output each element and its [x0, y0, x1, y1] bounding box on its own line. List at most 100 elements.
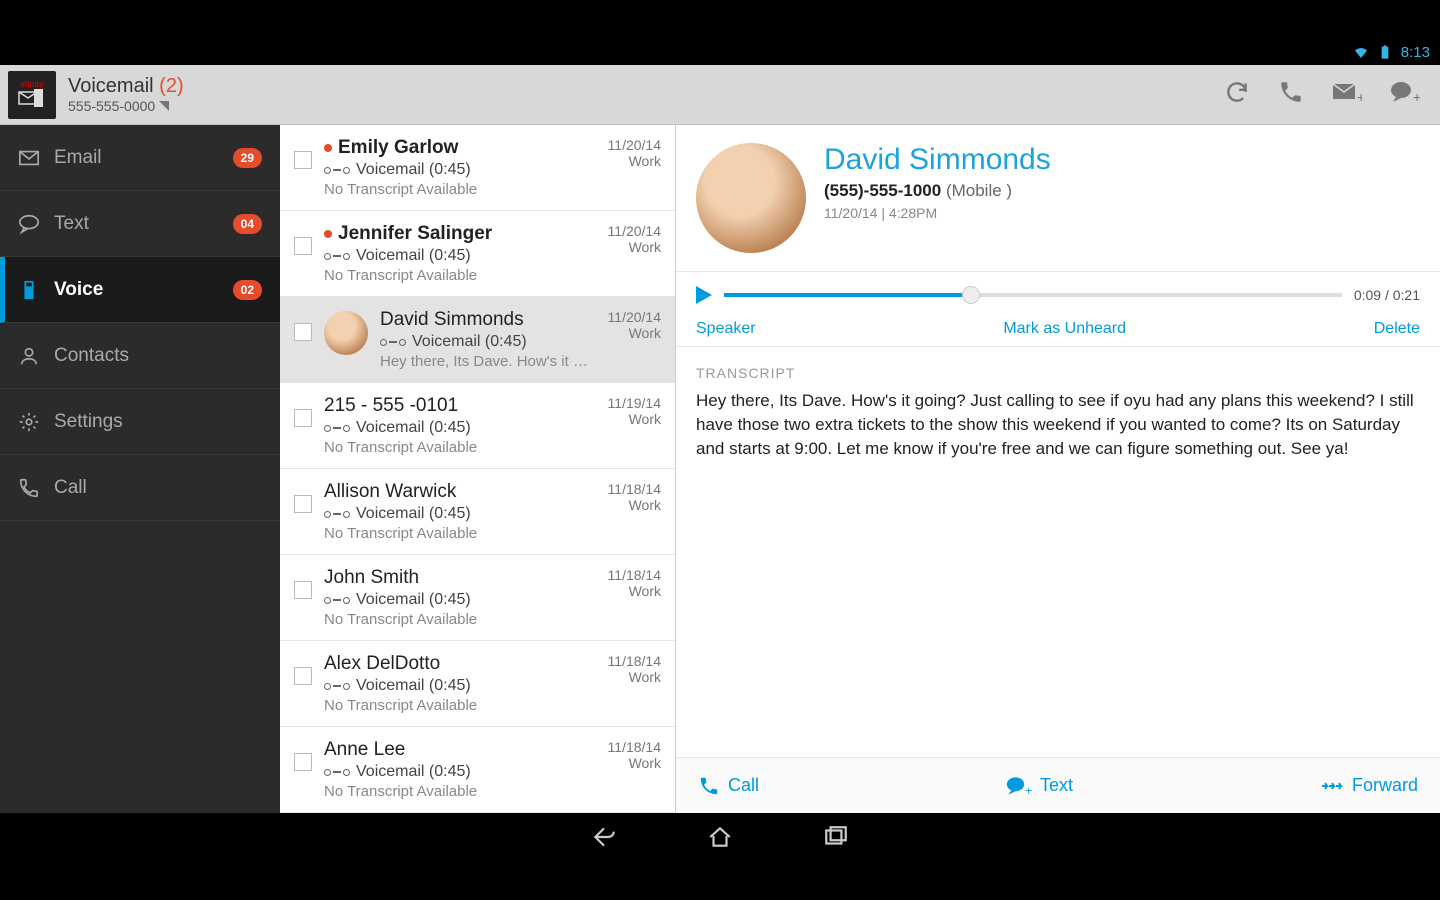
appbar: xfinity Voicemail (2) 555-555-0000 + + — [0, 65, 1440, 125]
transcript-heading: TRANSCRIPT — [696, 365, 1420, 381]
mail-icon — [18, 147, 40, 169]
phone-device-icon — [18, 279, 40, 301]
refresh-icon[interactable] — [1224, 79, 1250, 110]
vm-name: 215 - 555 -0101 — [324, 395, 458, 417]
svg-text:+: + — [1413, 89, 1420, 105]
vm-date: 11/18/14 — [608, 653, 661, 669]
vm-preview: No Transcript Available — [324, 697, 596, 714]
play-time: 0:09 / 0:21 — [1354, 287, 1420, 303]
audio-player: 0:09 / 0:21 Speaker Mark as Unheard Dele… — [676, 272, 1440, 347]
vm-name: Alex DelDotto — [324, 653, 440, 675]
vm-name: Emily Garlow — [338, 137, 458, 159]
vm-duration: Voicemail (0:45) — [356, 161, 471, 179]
voicemail-icon — [324, 425, 350, 432]
voicemail-icon — [324, 253, 350, 260]
sidebar: Email 29 Text 04 Voice 02 Contacts — [0, 125, 280, 813]
voicemail-icon — [324, 769, 350, 776]
voicemail-item[interactable]: Jennifer SalingerVoicemail (0:45)No Tran… — [280, 211, 675, 297]
contact-avatar — [696, 143, 806, 253]
appbar-phone[interactable]: 555-555-0000 — [68, 98, 1224, 114]
compose-mail-icon[interactable]: + — [1332, 79, 1362, 110]
contact-phone: (555)-555-1000 (Mobile ) — [824, 181, 1051, 201]
voicemail-item[interactable]: Emily GarlowVoicemail (0:45)No Transcrip… — [280, 125, 675, 211]
vm-tag: Work — [608, 755, 661, 771]
checkbox[interactable] — [294, 237, 312, 255]
gear-icon — [18, 411, 40, 433]
sidebar-item-label: Contacts — [54, 345, 129, 367]
vm-duration: Voicemail (0:45) — [356, 247, 471, 265]
voicemail-icon — [380, 339, 406, 346]
sidebar-item-email[interactable]: Email 29 — [0, 125, 280, 191]
vm-duration: Voicemail (0:45) — [356, 505, 471, 523]
vm-preview: Hey there, Its Dave. How's it going... — [380, 353, 596, 370]
sidebar-item-call[interactable]: Call — [0, 455, 280, 521]
vm-date: 11/18/14 — [608, 481, 661, 497]
phone-icon[interactable] — [1278, 79, 1304, 110]
compose-text-icon[interactable]: + — [1390, 79, 1420, 110]
voicemail-item[interactable]: John SmithVoicemail (0:45)No Transcript … — [280, 555, 675, 641]
forward-button[interactable]: Forward — [1320, 775, 1418, 796]
checkbox[interactable] — [294, 753, 312, 771]
unread-dot — [324, 144, 332, 152]
seek-track[interactable] — [724, 293, 1342, 297]
call-button[interactable]: Call — [698, 775, 759, 797]
sidebar-item-label: Text — [54, 213, 89, 235]
speaker-button[interactable]: Speaker — [696, 320, 756, 338]
play-button[interactable] — [696, 286, 712, 304]
vm-name: Allison Warwick — [324, 481, 456, 503]
svg-text:+: + — [1025, 783, 1032, 796]
checkbox[interactable] — [294, 151, 312, 169]
voicemail-icon — [324, 597, 350, 604]
vm-tag: Work — [608, 325, 661, 341]
sidebar-item-label: Call — [54, 477, 87, 499]
vm-duration: Voicemail (0:45) — [356, 677, 471, 695]
voicemail-detail: David Simmonds (555)-555-1000 (Mobile ) … — [676, 125, 1440, 813]
recents-icon[interactable] — [823, 824, 849, 850]
voicemail-icon — [324, 167, 350, 174]
vm-name: John Smith — [324, 567, 419, 589]
sidebar-item-label: Settings — [54, 411, 123, 433]
delete-button[interactable]: Delete — [1374, 320, 1420, 338]
voicemail-item[interactable]: Anne LeeVoicemail (0:45)No Transcript Av… — [280, 727, 675, 813]
checkbox[interactable] — [294, 667, 312, 685]
checkbox[interactable] — [294, 581, 312, 599]
vm-preview: No Transcript Available — [324, 439, 596, 456]
android-statusbar: 8:13 — [0, 39, 1440, 65]
home-icon[interactable] — [707, 824, 733, 850]
mark-unheard-button[interactable]: Mark as Unheard — [1003, 320, 1126, 338]
vm-date: 11/20/14 — [608, 137, 661, 153]
voicemail-item[interactable]: 215 - 555 -0101 Voicemail (0:45) No Transc… — [280, 383, 675, 469]
vm-tag: Work — [608, 239, 661, 255]
voicemail-item[interactable]: Alex DelDotto Voicemail (0:45) No Transcri… — [280, 641, 675, 727]
voicemail-item[interactable]: David SimmondsVoicemail (0:45)Hey there,… — [280, 297, 675, 383]
sidebar-item-voice[interactable]: Voice 02 — [0, 257, 280, 323]
vm-duration: Voicemail (0:45) — [356, 591, 471, 609]
sidebar-item-settings[interactable]: Settings — [0, 389, 280, 455]
voicemail-item[interactable]: Allison Warwick Voicemail (0:45) No Transc… — [280, 469, 675, 555]
vm-preview: No Transcript Available — [324, 783, 596, 800]
checkbox[interactable] — [294, 409, 312, 427]
svg-text:+: + — [1357, 89, 1362, 105]
vm-duration: Voicemail (0:45) — [356, 419, 471, 437]
vm-duration: Voicemail (0:45) — [412, 333, 527, 351]
android-navbar — [0, 813, 1440, 861]
text-button[interactable]: + Text — [1006, 775, 1073, 797]
voicemail-icon — [324, 683, 350, 690]
vm-preview: No Transcript Available — [324, 525, 596, 542]
vm-date: 11/20/14 — [608, 309, 661, 325]
vm-date: 11/19/14 — [608, 395, 661, 411]
unread-dot — [324, 230, 332, 238]
sidebar-item-text[interactable]: Text 04 — [0, 191, 280, 257]
sidebar-item-contacts[interactable]: Contacts — [0, 323, 280, 389]
appbar-title: Voicemail (2) — [68, 75, 1224, 98]
checkbox[interactable] — [294, 323, 312, 341]
transcript-text: Hey there, Its Dave. How's it going? Jus… — [696, 389, 1420, 460]
back-icon[interactable] — [591, 824, 617, 850]
vm-name: Jennifer Salinger — [338, 223, 492, 245]
app-icon[interactable]: xfinity — [8, 71, 56, 119]
call-icon — [18, 477, 40, 499]
voicemail-list: Emily Garlow Voicemail (0:45) No Transcrip… — [280, 125, 676, 813]
vm-duration: Voicemail (0:45) — [356, 763, 471, 781]
vm-date: 11/18/14 — [608, 567, 661, 583]
checkbox[interactable] — [294, 495, 312, 513]
